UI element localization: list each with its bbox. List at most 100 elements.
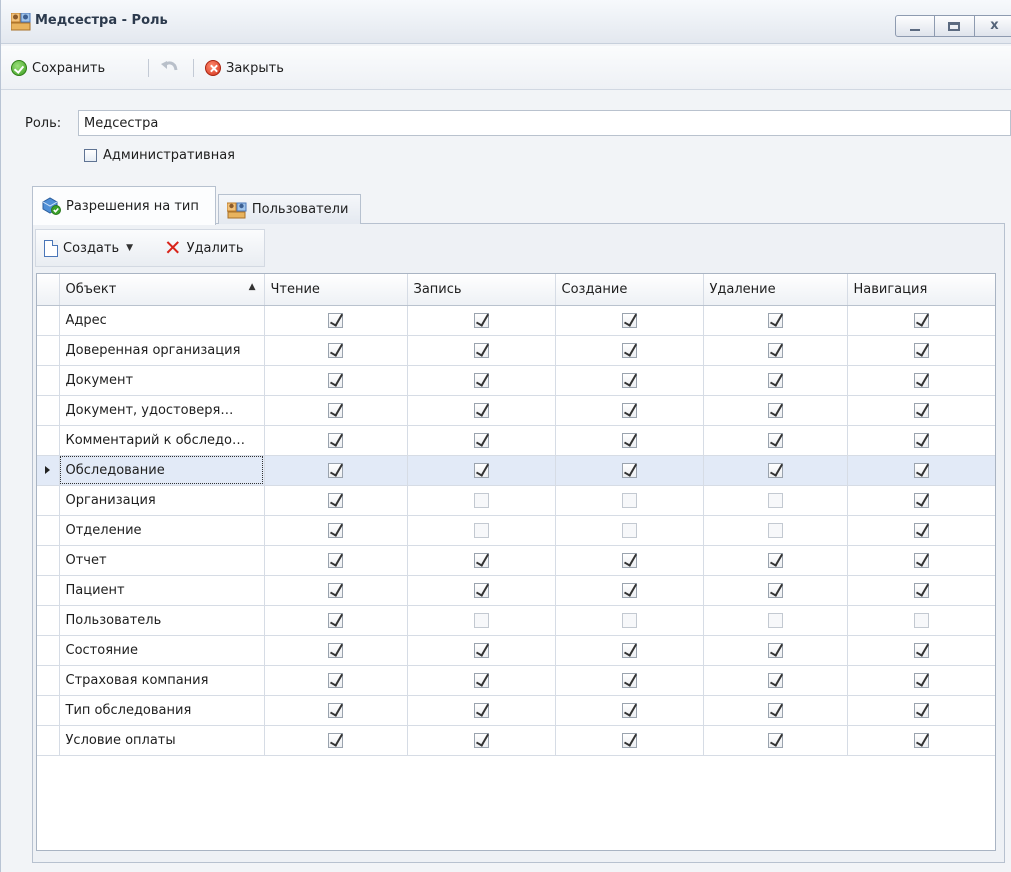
permission-cell-read[interactable] <box>264 635 408 666</box>
object-name-cell[interactable]: Организация <box>59 485 265 516</box>
table-row[interactable]: Страховая компания <box>37 665 995 696</box>
close-window-button[interactable]: x <box>975 15 1011 37</box>
object-name-cell[interactable]: Отделение <box>59 515 265 546</box>
permission-cell-delete[interactable] <box>703 665 848 696</box>
permission-checkbox-navigate[interactable] <box>914 702 929 718</box>
permission-checkbox-read[interactable] <box>328 642 343 658</box>
close-button[interactable]: Закрыть <box>205 58 284 78</box>
permission-cell-write[interactable] <box>407 665 556 696</box>
permission-checkbox-navigate[interactable] <box>914 642 929 658</box>
permission-checkbox-read[interactable] <box>328 582 343 598</box>
permission-cell-navigate[interactable] <box>847 695 995 726</box>
permission-cell-navigate[interactable] <box>847 515 995 546</box>
permission-cell-create[interactable] <box>555 665 704 696</box>
admin-checkbox-row[interactable]: Административная <box>84 148 235 163</box>
table-row[interactable]: Обследование <box>37 455 995 486</box>
row-indicator[interactable] <box>37 665 60 696</box>
permission-cell-navigate[interactable] <box>847 425 995 456</box>
row-indicator[interactable] <box>37 635 60 666</box>
column-header-write[interactable]: Запись <box>407 274 556 306</box>
permission-cell-navigate[interactable] <box>847 395 995 426</box>
permission-checkbox-create[interactable] <box>621 522 637 538</box>
object-name-cell[interactable]: Комментарий к обследо… <box>59 425 265 456</box>
delete-button[interactable]: ✕ Удалить <box>164 238 243 259</box>
table-row[interactable]: Документ <box>37 365 995 396</box>
permission-cell-read[interactable] <box>264 365 408 396</box>
permission-checkbox-delete[interactable] <box>767 672 783 688</box>
permission-cell-delete[interactable] <box>703 575 848 606</box>
permission-cell-create[interactable] <box>555 605 704 636</box>
permission-cell-navigate[interactable] <box>847 665 995 696</box>
permission-cell-create[interactable] <box>555 545 704 576</box>
permission-checkbox-read[interactable] <box>328 552 343 568</box>
permission-checkbox-create[interactable] <box>621 552 637 568</box>
permission-cell-create[interactable] <box>555 635 704 666</box>
row-indicator[interactable] <box>37 695 60 726</box>
permission-checkbox-read[interactable] <box>328 372 343 388</box>
permission-cell-write[interactable] <box>407 695 556 726</box>
permission-checkbox-navigate[interactable] <box>914 402 929 418</box>
row-indicator[interactable] <box>37 545 60 576</box>
permission-checkbox-write[interactable] <box>473 522 489 538</box>
permission-checkbox-write[interactable] <box>473 372 489 388</box>
table-row[interactable]: Пациент <box>37 575 995 606</box>
table-row[interactable]: Отчет <box>37 545 995 576</box>
object-name-cell[interactable]: Доверенная организация <box>59 335 265 366</box>
permission-cell-create[interactable] <box>555 695 704 726</box>
permission-checkbox-read[interactable] <box>328 462 343 478</box>
table-row[interactable]: Пользователь <box>37 605 995 636</box>
permission-checkbox-navigate[interactable] <box>914 462 929 478</box>
permission-cell-write[interactable] <box>407 515 556 546</box>
permission-cell-write[interactable] <box>407 305 556 336</box>
permission-checkbox-create[interactable] <box>621 702 637 718</box>
table-row[interactable]: Отделение <box>37 515 995 546</box>
permission-cell-write[interactable] <box>407 725 556 756</box>
permission-cell-write[interactable] <box>407 545 556 576</box>
permission-checkbox-delete[interactable] <box>767 462 783 478</box>
permission-cell-create[interactable] <box>555 425 704 456</box>
permission-cell-delete[interactable] <box>703 455 848 486</box>
permission-checkbox-write[interactable] <box>473 312 489 328</box>
permission-checkbox-create[interactable] <box>621 402 637 418</box>
permission-checkbox-write[interactable] <box>473 552 489 568</box>
row-indicator[interactable] <box>37 455 60 486</box>
permission-cell-read[interactable] <box>264 575 408 606</box>
row-indicator[interactable] <box>37 365 60 396</box>
table-row[interactable]: Состояние <box>37 635 995 666</box>
object-name-cell[interactable]: Пользователь <box>59 605 265 636</box>
save-button[interactable]: Сохранить <box>11 58 105 78</box>
permission-cell-write[interactable] <box>407 605 556 636</box>
permission-cell-create[interactable] <box>555 305 704 336</box>
permission-cell-delete[interactable] <box>703 725 848 756</box>
permission-checkbox-create[interactable] <box>621 672 637 688</box>
permission-checkbox-delete[interactable] <box>767 522 783 538</box>
column-header-navigate[interactable]: Навигация <box>847 274 995 306</box>
permission-checkbox-create[interactable] <box>621 342 637 358</box>
permission-cell-create[interactable] <box>555 365 704 396</box>
permission-cell-read[interactable] <box>264 305 408 336</box>
permission-checkbox-read[interactable] <box>328 672 343 688</box>
dropdown-arrow-icon[interactable]: ▼ <box>126 243 133 253</box>
permission-checkbox-write[interactable] <box>473 642 489 658</box>
permission-checkbox-write[interactable] <box>473 432 489 448</box>
minimize-button[interactable] <box>895 15 935 37</box>
permission-cell-navigate[interactable] <box>847 455 995 486</box>
permission-checkbox-write[interactable] <box>473 672 489 688</box>
permission-cell-navigate[interactable] <box>847 725 995 756</box>
permission-cell-delete[interactable] <box>703 545 848 576</box>
permission-cell-write[interactable] <box>407 485 556 516</box>
permission-cell-write[interactable] <box>407 425 556 456</box>
permission-checkbox-write[interactable] <box>473 732 489 748</box>
row-indicator[interactable] <box>37 725 60 756</box>
table-row[interactable]: Тип обследования <box>37 695 995 726</box>
permission-checkbox-read[interactable] <box>328 312 343 328</box>
tab-users[interactable]: Пользователи <box>217 194 362 224</box>
table-row[interactable]: Адрес <box>37 305 995 336</box>
object-name-cell[interactable]: Состояние <box>59 635 265 666</box>
permission-checkbox-read[interactable] <box>328 402 343 418</box>
permission-checkbox-navigate[interactable] <box>914 612 929 628</box>
permission-cell-read[interactable] <box>264 395 408 426</box>
permission-checkbox-write[interactable] <box>473 342 489 358</box>
permission-cell-read[interactable] <box>264 605 408 636</box>
table-row[interactable]: Организация <box>37 485 995 516</box>
